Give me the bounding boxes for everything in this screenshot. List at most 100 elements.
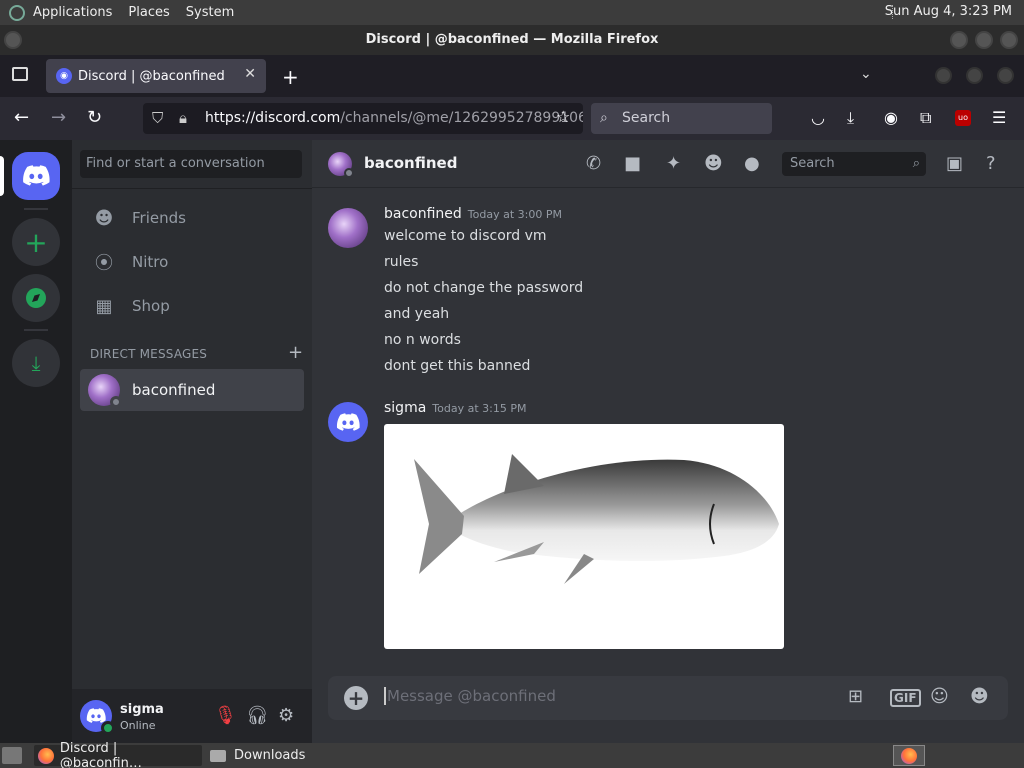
back-arrow-icon[interactable]: ← <box>14 107 29 128</box>
window-minimize-button[interactable] <box>950 31 968 49</box>
emoji-icon[interactable]: ☻ <box>970 686 989 707</box>
search-input[interactable]: ⌕ Search <box>591 103 772 134</box>
nav-nitro[interactable]: ⦿ Nitro <box>80 241 304 283</box>
reload-icon[interactable]: ↻ <box>87 107 102 128</box>
download-apps-button[interactable]: ⤓ <box>12 339 60 387</box>
author-name[interactable]: baconfined <box>384 206 462 222</box>
author-name[interactable]: sigma <box>384 400 426 416</box>
discord-favicon-icon: ◉ <box>56 68 72 84</box>
mic-muted-icon[interactable]: 🎙︎ <box>214 705 237 726</box>
friends-icon: ☻ <box>94 207 114 229</box>
window-menu-button[interactable] <box>4 31 22 49</box>
tabstrip-maximize-button[interactable] <box>966 67 983 84</box>
message-author[interactable]: sigma Today at 3:15 PM <box>384 400 526 416</box>
nav-bar: ← → ↻ ⛉ 🔒︎ https://discord.com/channels/… <box>0 97 1024 140</box>
taskbar-item-firefox[interactable]: Discord | @baconfin… <box>34 741 202 768</box>
forward-arrow-icon[interactable]: → <box>51 107 66 128</box>
tracking-shield-icon[interactable]: ⛉ <box>152 103 163 134</box>
bookmark-star-icon[interactable]: ☆ <box>556 107 570 126</box>
pin-icon[interactable]: ✦ <box>666 153 681 174</box>
gnome-foot-icon[interactable] <box>9 4 25 21</box>
menu-places[interactable]: Places <box>128 5 169 20</box>
tab-strip: ◉ Discord | @baconfined ✕ + ⌄ <box>0 55 1024 97</box>
video-call-icon[interactable]: ■ <box>624 153 641 174</box>
chat-area: baconfined ✆ ■ ✦ ☻ ● Search ⌕ ▣ ? baconf… <box>312 140 1024 743</box>
nav-friends[interactable]: ☻ Friends <box>80 197 304 239</box>
ublock-origin-icon[interactable]: uo <box>955 110 971 126</box>
inbox-icon[interactable]: ▣ <box>946 153 963 174</box>
sticker-icon[interactable]: ☺ <box>930 686 949 707</box>
url-bar[interactable]: ⛉ 🔒︎ https://discord.com/channels/@me/12… <box>143 103 583 134</box>
chevron-down-icon[interactable]: ⌄ <box>860 66 872 82</box>
search-icon: ⌕ <box>600 110 608 126</box>
discord-logo-icon <box>336 412 360 431</box>
voice-call-icon[interactable]: ✆ <box>586 153 601 174</box>
show-desktop-icon[interactable] <box>2 747 22 764</box>
add-server-button[interactable]: + <box>12 218 60 266</box>
panel-clock[interactable]: Sun Aug 4, 3:23 PM <box>885 4 1012 19</box>
channel-name: baconfined <box>364 154 458 172</box>
pocket-icon[interactable]: ◡ <box>811 108 825 127</box>
gift-icon[interactable]: ⊞ <box>848 686 863 707</box>
top-panel: Applications Places System Sun Aug 4, 3:… <box>0 0 1024 25</box>
upload-plus-icon[interactable]: + <box>344 686 368 710</box>
message-author-avatar[interactable] <box>328 208 368 248</box>
plus-icon: + <box>24 225 48 259</box>
firefox-icon <box>901 747 917 764</box>
nav-friends-label: Friends <box>132 209 186 227</box>
window-maximize-button[interactable] <box>975 31 993 49</box>
image-attachment[interactable] <box>384 424 784 649</box>
taskbar-item-label: Downloads <box>234 748 306 763</box>
guild-separator-2 <box>24 329 48 331</box>
window-title-bar[interactable]: Discord | @baconfined — Mozilla Firefox <box>0 25 1024 55</box>
window-title: Discord | @baconfined — Mozilla Firefox <box>365 32 659 47</box>
workspace-switcher[interactable] <box>893 745 925 766</box>
account-icon[interactable]: ◉ <box>884 108 898 127</box>
folder-icon <box>210 749 226 762</box>
downloads-icon[interactable]: ⤓ <box>847 108 854 128</box>
message-input[interactable]: Message @baconfined <box>384 687 556 705</box>
discord-home-button[interactable] <box>12 152 60 200</box>
help-icon[interactable]: ? <box>986 153 996 174</box>
nitro-icon: ⦿ <box>95 253 113 274</box>
create-dm-plus-icon[interactable]: + <box>288 342 303 363</box>
user-panel: sigma Online 🎙︎ 🎧︎ ⚙ <box>72 689 312 743</box>
dm-divider <box>72 188 312 189</box>
status-online-dot <box>101 721 115 735</box>
tabstrip-minimize-button[interactable] <box>935 67 952 84</box>
avatar <box>88 374 122 408</box>
gif-icon[interactable]: GIF <box>890 689 921 707</box>
message-composer[interactable]: + Message @baconfined ⊞ GIF ☺ ☻ <box>328 676 1008 720</box>
dm-sidebar: Find or start a conversation ☻ Friends ⦿… <box>72 140 312 743</box>
window-close-button[interactable] <box>1000 31 1018 49</box>
message-author-avatar[interactable] <box>328 402 368 442</box>
tabstrip-close-button[interactable] <box>997 67 1014 84</box>
guild-selected-pill <box>0 156 4 196</box>
hamburger-menu-icon[interactable]: ☰ <box>992 108 1006 127</box>
user-avatar[interactable] <box>80 700 115 735</box>
explore-servers-button[interactable] <box>12 274 60 322</box>
lock-icon[interactable]: 🔒︎ <box>179 103 187 134</box>
shop-icon: ▦ <box>95 295 113 317</box>
dm-item-baconfined[interactable]: baconfined <box>80 369 304 411</box>
nav-shop[interactable]: ▦ Shop <box>80 285 304 327</box>
menu-applications[interactable]: Applications <box>33 5 112 20</box>
gear-icon[interactable]: ⚙ <box>278 705 294 726</box>
taskbar-item-downloads[interactable]: Downloads <box>204 745 364 766</box>
headphones-icon[interactable]: 🎧︎ <box>246 705 269 726</box>
nav-shop-label: Shop <box>132 297 170 315</box>
message-author[interactable]: baconfined Today at 3:00 PM <box>384 206 562 222</box>
discord-logo-icon <box>23 165 50 186</box>
find-conversation-input[interactable]: Find or start a conversation <box>80 150 302 178</box>
compass-icon <box>26 288 46 308</box>
message-line: do not change the password <box>384 280 584 296</box>
close-tab-icon[interactable]: ✕ <box>244 66 256 82</box>
list-all-tabs-icon[interactable] <box>12 67 28 81</box>
menu-system[interactable]: System <box>186 5 234 20</box>
user-profile-icon[interactable]: ● <box>744 153 760 174</box>
new-tab-button[interactable]: + <box>282 65 299 89</box>
channel-search-input[interactable]: Search ⌕ <box>782 152 926 176</box>
extensions-icon[interactable]: ⧉ <box>920 108 931 128</box>
tab-discord[interactable]: ◉ Discord | @baconfined ✕ <box>46 59 266 93</box>
add-friends-to-dm-icon[interactable]: ☻ <box>704 153 723 174</box>
